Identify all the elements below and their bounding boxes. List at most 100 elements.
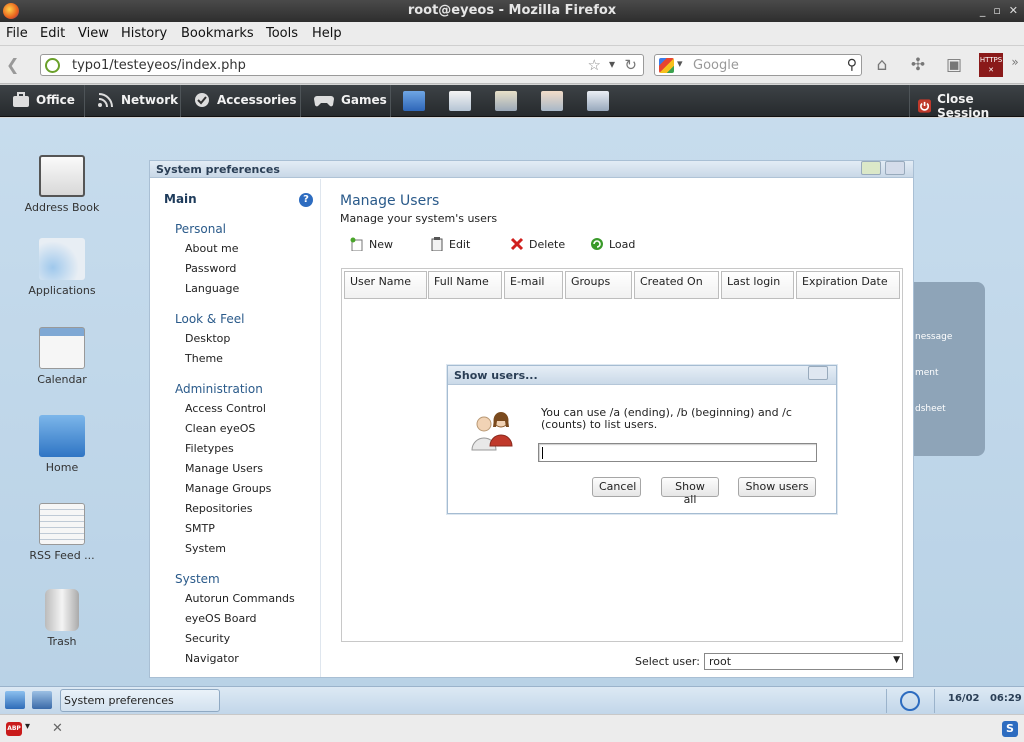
sidebar-item-eyeos-board[interactable]: eyeOS Board <box>185 612 257 625</box>
https-everywhere-icon[interactable]: HTTPS ✕ <box>979 53 1003 77</box>
background-window[interactable]: nessage ment dsheet <box>905 282 985 456</box>
sidebar-item-smtp[interactable]: SMTP <box>185 522 215 535</box>
menu-view[interactable]: View <box>78 26 109 41</box>
adblock-icon[interactable]: ABP <box>6 722 22 736</box>
dialog-title[interactable]: Show users... <box>448 366 836 385</box>
switch-windows-icon[interactable] <box>32 691 52 709</box>
overflow-chevron-icon[interactable]: » <box>1003 55 1024 77</box>
load-button[interactable]: Load <box>590 237 635 251</box>
sidebar-item-manage-users[interactable]: Manage Users <box>185 462 263 475</box>
network-menu[interactable]: Network <box>97 92 178 108</box>
eyeos-taskbar: System preferences 16/02 06:29 <box>0 686 1024 714</box>
sidebar-item-system[interactable]: System <box>185 542 226 555</box>
desktop-icon-calendar[interactable]: Calendar <box>22 327 102 386</box>
sidebar-category-personal[interactable]: Personal <box>175 222 226 236</box>
bookmark-star-icon[interactable]: ☆ <box>588 56 601 74</box>
select-user-dropdown[interactable]: root ▼ <box>704 653 903 670</box>
help-icon[interactable]: ? <box>299 193 313 207</box>
column-header-user-name[interactable]: User Name <box>344 271 427 299</box>
sidebar-item-autorun-commands[interactable]: Autorun Commands <box>185 592 295 605</box>
close-icon[interactable]: ✕ <box>1009 4 1018 17</box>
sidebar-category-system[interactable]: System <box>175 572 220 586</box>
close-icon[interactable]: ✕ <box>52 721 63 736</box>
dialog-message: You can use /a (ending), /b (beginning) … <box>541 406 792 431</box>
sidebar-item-repositories[interactable]: Repositories <box>185 502 253 515</box>
search-icon[interactable]: ⚲ <box>847 57 857 73</box>
reload-icon[interactable]: ↻ <box>624 56 637 74</box>
column-header-groups[interactable]: Groups <box>565 271 632 299</box>
column-header-email[interactable]: E-mail <box>504 271 563 299</box>
new-button[interactable]: New <box>350 237 393 251</box>
taskbar-item-system-preferences[interactable]: System preferences <box>60 689 220 712</box>
edit-button[interactable]: Edit <box>430 237 470 251</box>
minimize-icon[interactable]: _ <box>980 4 986 17</box>
google-icon[interactable] <box>659 58 674 73</box>
desktop-icon-applications[interactable]: Applications <box>22 238 102 297</box>
accessories-icon <box>195 93 209 107</box>
home-icon[interactable]: ⌂ <box>870 55 894 77</box>
sidebar-item-clean-eyeos[interactable]: Clean eyeOS <box>185 422 255 435</box>
sidebar-item-theme[interactable]: Theme <box>185 352 223 365</box>
office-menu[interactable]: Office <box>12 92 75 108</box>
accessories-menu[interactable]: Accessories <box>193 92 297 108</box>
addon-icon[interactable]: ✣ <box>906 55 930 77</box>
sidebar-item-access-control[interactable]: Access Control <box>185 402 266 415</box>
dialog-close-button[interactable] <box>808 366 828 380</box>
new-document-icon <box>350 237 363 251</box>
sidebar-item-language[interactable]: Language <box>185 282 239 295</box>
column-header-full-name[interactable]: Full Name <box>428 271 502 299</box>
column-header-created-on[interactable]: Created On <box>634 271 719 299</box>
sidebar-item-desktop[interactable]: Desktop <box>185 332 230 345</box>
sync-icon[interactable] <box>900 691 920 711</box>
contacts-quick-icon[interactable] <box>541 91 563 111</box>
window-close-button[interactable] <box>885 161 905 175</box>
menu-help[interactable]: Help <box>312 26 342 41</box>
desktop-icon-label: RSS Feed ... <box>29 549 95 562</box>
window-title[interactable]: System preferences <box>150 161 913 178</box>
calendar-quick-icon[interactable] <box>587 91 609 111</box>
folder-quick-icon[interactable] <box>403 91 425 111</box>
desktop-icon-address-book[interactable]: Address Book <box>22 155 102 214</box>
desktop-icon-home[interactable]: Home <box>22 415 102 474</box>
sidebar-item-about-me[interactable]: About me <box>185 242 239 255</box>
search-bar[interactable]: ▾ Google ⚲ <box>654 54 862 76</box>
menu-history[interactable]: History <box>121 26 167 41</box>
sidebar-item-navigator[interactable]: Navigator <box>185 652 239 665</box>
menu-file[interactable]: File <box>6 26 28 41</box>
menu-bookmarks[interactable]: Bookmarks <box>181 26 254 41</box>
url-dropdown-icon[interactable]: ▾ <box>609 57 615 71</box>
delete-button[interactable]: Delete <box>510 237 565 251</box>
show-all-button[interactable]: Show all <box>661 477 719 506</box>
sidebar-category-administration[interactable]: Administration <box>175 382 263 396</box>
sidebar-item-filetypes[interactable]: Filetypes <box>185 442 234 455</box>
search-placeholder[interactable]: Google <box>693 58 739 73</box>
sidebar-item-manage-groups[interactable]: Manage Groups <box>185 482 271 495</box>
menu-tools[interactable]: Tools <box>266 26 298 41</box>
show-users-button[interactable]: Show users <box>738 477 816 497</box>
close-session-button[interactable]: Close Session <box>918 92 1024 120</box>
desktop-icon-rss-feed[interactable]: RSS Feed ... <box>22 503 102 562</box>
menu-edit[interactable]: Edit <box>40 26 65 41</box>
url-text[interactable]: typo1/testeyeos/index.php <box>72 58 246 73</box>
window-minimize-button[interactable] <box>861 161 881 175</box>
image-quick-icon[interactable] <box>495 91 517 111</box>
sidebar-category-look-feel[interactable]: Look & Feel <box>175 312 244 326</box>
maximize-icon[interactable]: ▫ <box>993 4 1000 17</box>
status-s-icon[interactable]: S <box>1002 721 1018 737</box>
cancel-button[interactable]: Cancel <box>592 477 641 497</box>
adblock-dropdown-icon[interactable]: ▾ <box>25 721 30 732</box>
sidebar-item-security[interactable]: Security <box>185 632 230 645</box>
show-desktop-icon[interactable] <box>5 691 25 709</box>
desktop-icon-trash[interactable]: Trash <box>22 589 102 648</box>
column-header-last-login[interactable]: Last login <box>721 271 794 299</box>
user-filter-input[interactable] <box>538 443 817 462</box>
back-icon[interactable]: ❮ <box>6 55 28 75</box>
url-bar[interactable]: typo1/testeyeos/index.php ☆ ▾ ↻ <box>40 54 644 76</box>
document-quick-icon[interactable] <box>449 91 471 111</box>
games-menu[interactable]: Games <box>313 92 387 108</box>
search-engine-dropdown-icon[interactable]: ▾ <box>677 57 683 70</box>
sidebar-item-password[interactable]: Password <box>185 262 236 275</box>
column-header-expiration-date[interactable]: Expiration Date <box>796 271 900 299</box>
site-identity-icon[interactable] <box>45 58 60 73</box>
print-icon[interactable]: ▣ <box>942 55 966 77</box>
